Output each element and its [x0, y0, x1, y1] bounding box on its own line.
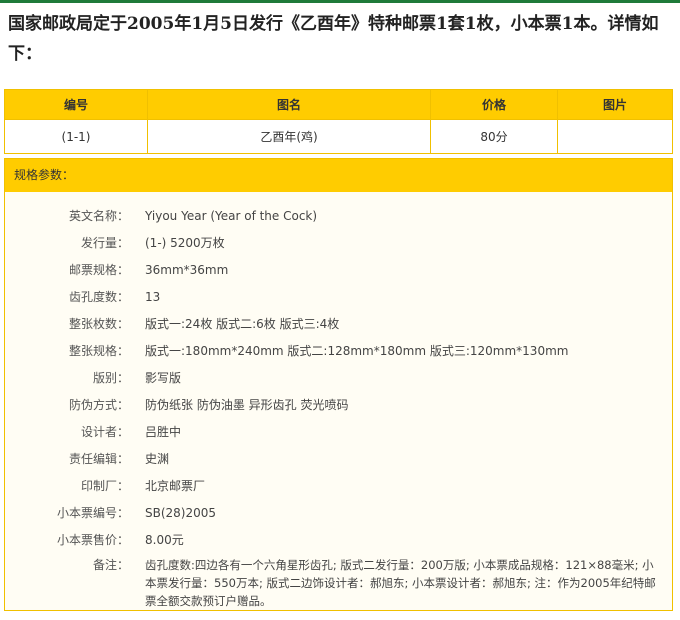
spec-value: (1-) 5200万枚 — [145, 235, 225, 250]
spec-row-english-name: 英文名称： Yiyou Year (Year of the Cock) — [5, 202, 672, 229]
spec-label: 英文名称： — [68, 208, 129, 223]
spec-label: 齿孔度数： — [68, 289, 129, 304]
spec-value: 13 — [145, 289, 161, 304]
spec-value: SB(28)2005 — [145, 505, 217, 520]
spec-label: 小本票编号： — [56, 505, 129, 520]
spec-value: 防伪纸张 防伪油墨 异形齿孔 荧光喷码 — [145, 397, 349, 412]
spec-panel: 规格参数： 英文名称： Yiyou Year (Year of the Cock)… — [4, 158, 673, 611]
spec-label: 备注： — [92, 558, 129, 572]
spec-row-designer: 设计者： 吕胜中 — [5, 418, 672, 445]
spec-value: 版式一:24枚 版式二:6枚 版式三:4枚 — [145, 316, 340, 331]
table-row: (1-1) 乙酉年(鸡) 80分 — [4, 119, 673, 154]
spec-list: 英文名称： Yiyou Year (Year of the Cock) 发行量： (… — [5, 192, 672, 610]
col-header-picture: 图片 — [557, 89, 673, 120]
spec-row-sheet-count: 整张枚数： 版式一:24枚 版式二:6枚 版式三:4枚 — [5, 310, 672, 337]
spec-row-printing: 版别： 影写版 — [5, 364, 672, 391]
spec-value: 8.00元 — [145, 532, 184, 547]
spec-row-booklet-number: 小本票编号： SB(28)2005 — [5, 499, 672, 526]
col-header-price: 价格 — [430, 89, 558, 120]
spec-label: 小本票售价： — [56, 532, 129, 547]
page-heading: 国家邮政局定于2005年1月5日发行《乙酉年》特种邮票1套1枚，小本票1本。详情… — [8, 14, 659, 64]
spec-row-sheet-size: 整张规格： 版式一:180mm*240mm 版式二:128mm*180mm 版式三… — [5, 337, 672, 364]
col-header-name: 图名 — [147, 89, 431, 120]
spec-value: 影写版 — [145, 370, 182, 385]
spec-value: 吕胜中 — [145, 424, 182, 439]
spec-row-printer: 印制厂： 北京邮票厂 — [5, 472, 672, 499]
spec-value: Yiyou Year (Year of the Cock) — [145, 208, 318, 223]
spec-row-editor: 责任编辑： 史渊 — [5, 445, 672, 472]
col-header-number: 编号 — [4, 89, 148, 120]
spec-row-stamp-size: 邮票规格： 36mm*36mm — [5, 256, 672, 283]
table-header-row: 编号 图名 价格 图片 — [4, 89, 673, 120]
spec-row-booklet-price: 小本票售价： 8.00元 — [5, 526, 672, 553]
spec-value: 齿孔度数:四边各有一个六角星形齿孔; 版式二发行量：200万版; 小本票成品规格… — [145, 558, 656, 608]
spec-label: 印制厂： — [80, 478, 129, 493]
spec-label: 防伪方式： — [68, 397, 129, 412]
spec-label: 整张规格： — [68, 343, 129, 358]
cell-price: 80分 — [430, 119, 558, 154]
spec-label: 版别： — [92, 370, 129, 385]
spec-value: 北京邮票厂 — [145, 478, 206, 493]
spec-label: 责任编辑： — [68, 451, 129, 466]
spec-row-remarks: 备注： 齿孔度数:四边各有一个六角星形齿孔; 版式二发行量：200万版; 小本票成… — [5, 556, 672, 610]
cell-name: 乙酉年(鸡) — [147, 119, 431, 154]
stamp-table: 编号 图名 价格 图片 (1-1) 乙酉年(鸡) 80分 — [4, 89, 673, 154]
spec-label: 邮票规格： — [68, 262, 129, 277]
spec-row-perforation: 齿孔度数： 13 — [5, 283, 672, 310]
top-accent-bar — [0, 0, 680, 3]
spec-label: 设计者： — [80, 424, 129, 439]
spec-label: 发行量： — [80, 235, 129, 250]
spec-value: 史渊 — [145, 451, 170, 466]
cell-number: (1-1) — [4, 119, 148, 154]
spec-title: 规格参数： — [5, 159, 672, 192]
spec-value: 36mm*36mm — [145, 262, 229, 277]
spec-value: 版式一:180mm*240mm 版式二:128mm*180mm 版式三:120m… — [145, 343, 569, 358]
spec-row-issue-quantity: 发行量： (1-) 5200万枚 — [5, 229, 672, 256]
spec-label: 整张枚数： — [68, 316, 129, 331]
spec-row-anti-counterfeit: 防伪方式： 防伪纸张 防伪油墨 异形齿孔 荧光喷码 — [5, 391, 672, 418]
cell-picture — [557, 119, 673, 154]
